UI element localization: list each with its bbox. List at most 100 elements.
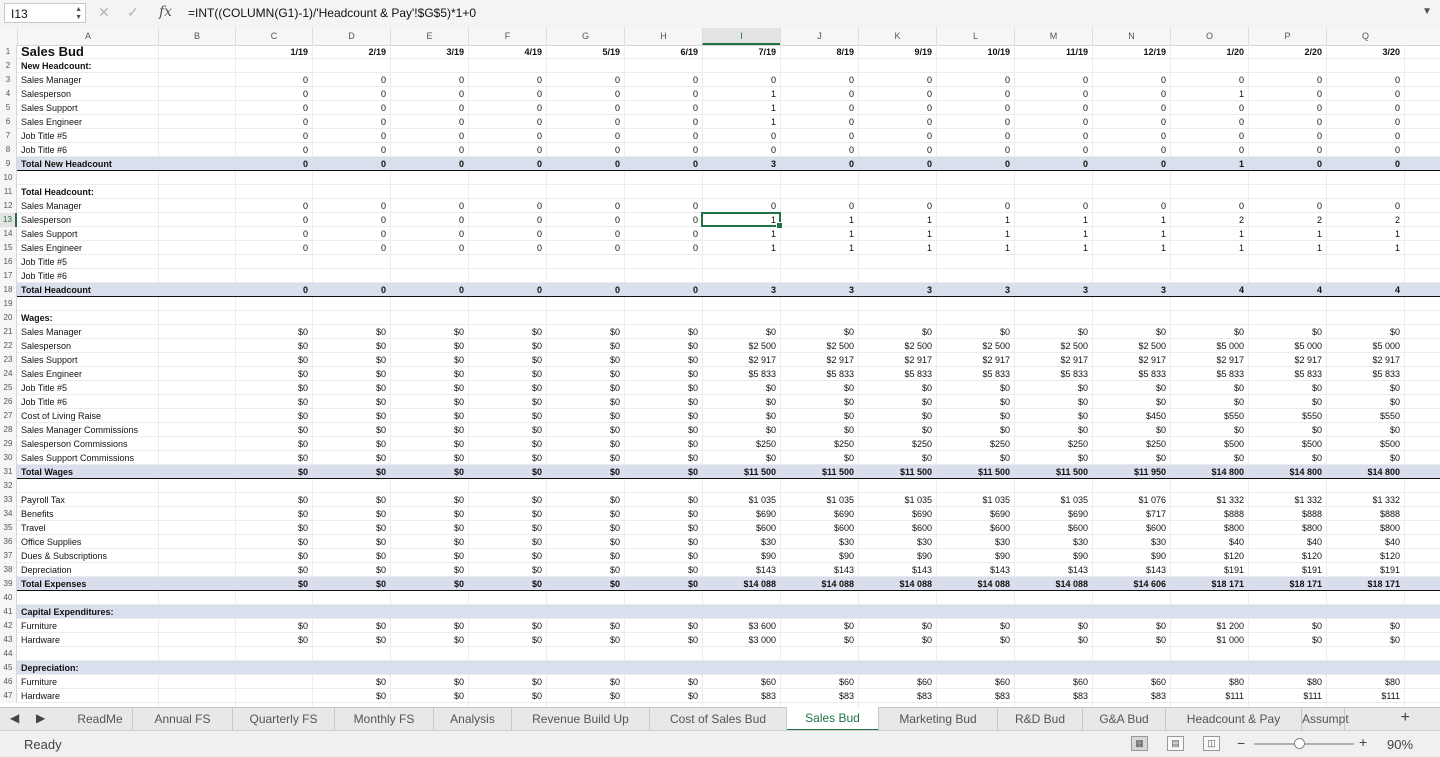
- cell-o22[interactable]: $5 000: [1170, 339, 1248, 353]
- cell-g34[interactable]: $0: [546, 507, 624, 521]
- row-header[interactable]: 9: [0, 157, 17, 171]
- cell-m38[interactable]: $143: [1014, 563, 1092, 577]
- cell-o42[interactable]: $1 200: [1170, 619, 1248, 633]
- row-label[interactable]: Sales Manager: [21, 325, 82, 339]
- cell-j6[interactable]: 0: [780, 115, 858, 129]
- cell-k39[interactable]: $14 088: [858, 577, 936, 591]
- cell-l13[interactable]: 1: [936, 213, 1014, 227]
- cell-i6[interactable]: 1: [702, 115, 780, 129]
- cell-l34[interactable]: $690: [936, 507, 1014, 521]
- cell-n30[interactable]: $0: [1092, 451, 1170, 465]
- cell-p25[interactable]: $0: [1248, 381, 1326, 395]
- cell-n25[interactable]: $0: [1092, 381, 1170, 395]
- cell-m9[interactable]: 0: [1014, 157, 1092, 171]
- cell-e25[interactable]: $0: [390, 381, 468, 395]
- cell-k25[interactable]: $0: [858, 381, 936, 395]
- cell-k34[interactable]: $690: [858, 507, 936, 521]
- cell-l15[interactable]: 1: [936, 241, 1014, 255]
- cell-c14[interactable]: 0: [235, 227, 312, 241]
- cell-p36[interactable]: $40: [1248, 535, 1326, 549]
- cell-m46[interactable]: $60: [1014, 675, 1092, 689]
- sheet-tab-assumpt[interactable]: Assumpt: [1302, 708, 1349, 730]
- cell-m24[interactable]: $5 833: [1014, 367, 1092, 381]
- cell-f38[interactable]: $0: [468, 563, 546, 577]
- cell-m42[interactable]: $0: [1014, 619, 1092, 633]
- cell-i13[interactable]: 1: [702, 213, 780, 227]
- page-layout-view-icon[interactable]: ▤: [1167, 736, 1184, 751]
- cell-p22[interactable]: $5 000: [1248, 339, 1326, 353]
- cell-p39[interactable]: $18 171: [1248, 577, 1326, 591]
- cell-m47[interactable]: $83: [1014, 689, 1092, 703]
- cell-p12[interactable]: 0: [1248, 199, 1326, 213]
- cell-l18[interactable]: 3: [936, 283, 1014, 297]
- cell-p8[interactable]: 0: [1248, 143, 1326, 157]
- cell-i4[interactable]: 1: [702, 87, 780, 101]
- cell-q29[interactable]: $500: [1326, 437, 1404, 451]
- cell-n21[interactable]: $0: [1092, 325, 1170, 339]
- cell-j39[interactable]: $14 088: [780, 577, 858, 591]
- cell-f22[interactable]: $0: [468, 339, 546, 353]
- cell-k3[interactable]: 0: [858, 73, 936, 87]
- cell-g37[interactable]: $0: [546, 549, 624, 563]
- row-header[interactable]: 31: [0, 465, 17, 479]
- cell-i8[interactable]: 0: [702, 143, 780, 157]
- row-label[interactable]: Sales Support Commissions: [21, 451, 134, 465]
- cell-f34[interactable]: $0: [468, 507, 546, 521]
- cell-i30[interactable]: $0: [702, 451, 780, 465]
- sheet-title[interactable]: Sales Bud: [21, 45, 84, 59]
- cell-k6[interactable]: 0: [858, 115, 936, 129]
- cell-l3[interactable]: 0: [936, 73, 1014, 87]
- cell-c29[interactable]: $0: [235, 437, 312, 451]
- cell-g38[interactable]: $0: [546, 563, 624, 577]
- cell-o43[interactable]: $1 000: [1170, 633, 1248, 647]
- cell-c35[interactable]: $0: [235, 521, 312, 535]
- cell-e18[interactable]: 0: [390, 283, 468, 297]
- column-header-h[interactable]: H: [624, 28, 702, 45]
- cell-j3[interactable]: 0: [780, 73, 858, 87]
- cell-d37[interactable]: $0: [312, 549, 390, 563]
- cell-f8[interactable]: 0: [468, 143, 546, 157]
- cell-j14[interactable]: 1: [780, 227, 858, 241]
- cell-q42[interactable]: $0: [1326, 619, 1404, 633]
- cell-o38[interactable]: $191: [1170, 563, 1248, 577]
- cell-o26[interactable]: $0: [1170, 395, 1248, 409]
- cell-q13[interactable]: 2: [1326, 213, 1404, 227]
- cell-d34[interactable]: $0: [312, 507, 390, 521]
- cell-n9[interactable]: 0: [1092, 157, 1170, 171]
- column-header-m[interactable]: M: [1014, 28, 1092, 45]
- cell-m35[interactable]: $600: [1014, 521, 1092, 535]
- cell-j38[interactable]: $143: [780, 563, 858, 577]
- cell-n42[interactable]: $0: [1092, 619, 1170, 633]
- cell-i39[interactable]: $14 088: [702, 577, 780, 591]
- cell-o33[interactable]: $1 332: [1170, 493, 1248, 507]
- cell-k22[interactable]: $2 500: [858, 339, 936, 353]
- cell-f3[interactable]: 0: [468, 73, 546, 87]
- row-label[interactable]: Total New Headcount: [21, 157, 112, 171]
- worksheet-grid[interactable]: 1 Sales Bud 1/19 2/19 3/19 4/19 5/19 6/19 7/19 8/…: [0, 45, 1440, 707]
- cell-q46[interactable]: $80: [1326, 675, 1404, 689]
- cell-e38[interactable]: $0: [390, 563, 468, 577]
- cell-c3[interactable]: 0: [235, 73, 312, 87]
- row-header[interactable]: 16: [0, 255, 17, 269]
- cell-e28[interactable]: $0: [390, 423, 468, 437]
- row-header[interactable]: 41: [0, 605, 17, 619]
- cell-h39[interactable]: $0: [624, 577, 702, 591]
- cell-l4[interactable]: 0: [936, 87, 1014, 101]
- cell-j28[interactable]: $0: [780, 423, 858, 437]
- cell-l42[interactable]: $0: [936, 619, 1014, 633]
- column-header-l[interactable]: L: [936, 28, 1014, 45]
- cell-p27[interactable]: $550: [1248, 409, 1326, 423]
- cell-d14[interactable]: 0: [312, 227, 390, 241]
- cell-g23[interactable]: $0: [546, 353, 624, 367]
- cell-l46[interactable]: $60: [936, 675, 1014, 689]
- row-label[interactable]: Furniture: [21, 675, 57, 689]
- cell-e13[interactable]: 0: [390, 213, 468, 227]
- cell-g13[interactable]: 0: [546, 213, 624, 227]
- cell-n1[interactable]: 12/19: [1092, 45, 1170, 59]
- cell-g27[interactable]: $0: [546, 409, 624, 423]
- cell-i3[interactable]: 0: [702, 73, 780, 87]
- row-header[interactable]: 37: [0, 549, 17, 563]
- column-header-o[interactable]: O: [1170, 28, 1248, 45]
- cell-d1[interactable]: 2/19: [312, 45, 390, 59]
- sheet-tab-headcount-pay[interactable]: Headcount & Pay: [1166, 708, 1302, 730]
